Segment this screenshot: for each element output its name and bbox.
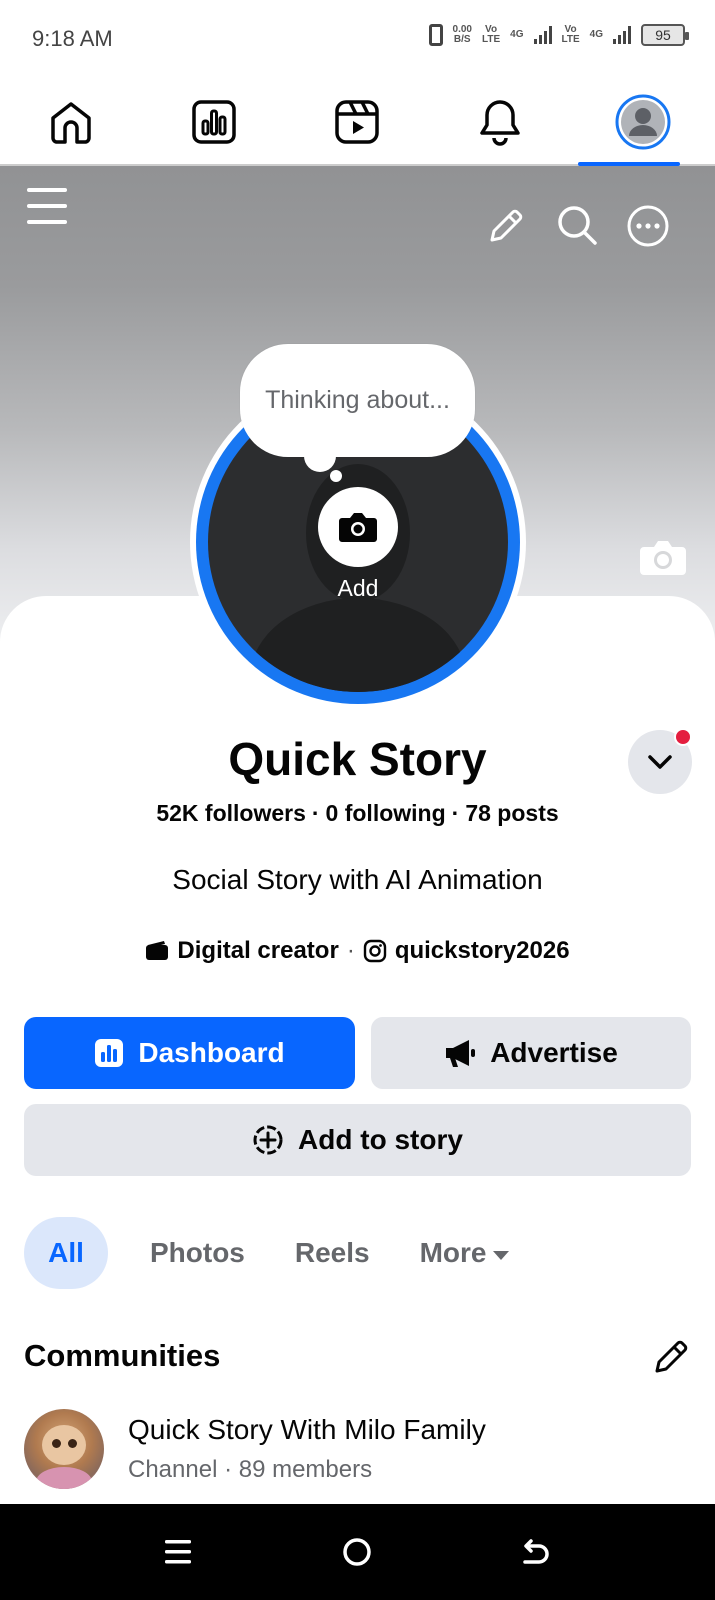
home-icon xyxy=(51,102,91,144)
followers-count[interactable]: 52K followers xyxy=(156,800,306,826)
monkey-shirt xyxy=(36,1467,92,1489)
stats-separator: · xyxy=(451,800,460,826)
dashboard-label: Dashboard xyxy=(138,1037,285,1068)
thought-bubble[interactable]: Thinking about... xyxy=(240,344,475,457)
sim1-sub: LTE xyxy=(482,34,501,45)
sim2-sub: LTE xyxy=(561,34,580,45)
chevron-down-icon xyxy=(648,755,672,769)
tab-photos[interactable]: Photos xyxy=(128,1217,267,1289)
system-nav-bar xyxy=(0,1504,715,1600)
vibrate-icon xyxy=(428,24,443,46)
recents-icon xyxy=(165,1540,191,1564)
camera-icon xyxy=(339,513,377,542)
monkey-eye xyxy=(68,1439,77,1448)
profile-meta: Digital creator · quickstory2026 xyxy=(0,937,715,965)
add-to-story-button[interactable]: Add to story xyxy=(24,1104,691,1176)
add-to-story-label: Add to story xyxy=(298,1124,463,1155)
sim1-volte: Vo LTE xyxy=(482,25,500,45)
category-label: Digital creator xyxy=(177,937,339,964)
community-avatar[interactable] xyxy=(24,1409,104,1489)
status-indicators: 0.00 B/S Vo LTE 4G Vo LTE 4G 95 xyxy=(428,24,689,46)
profile-tabs: All Photos Reels More xyxy=(24,1217,531,1289)
hamburger-icon xyxy=(27,188,67,224)
menu-button[interactable] xyxy=(26,186,68,226)
pencil-icon xyxy=(655,1340,688,1373)
community-name[interactable]: Quick Story With Milo Family xyxy=(128,1414,486,1446)
monkey-eye xyxy=(52,1439,61,1448)
instagram-icon xyxy=(363,939,387,963)
camera-icon xyxy=(640,541,686,575)
edit-profile-button[interactable] xyxy=(486,206,526,246)
thought-bubble-tail-small xyxy=(330,470,342,482)
add-photo-label: Add xyxy=(337,575,379,601)
sim2-net: 4G xyxy=(589,29,603,40)
nav-reels[interactable] xyxy=(327,92,387,152)
home-circle-icon xyxy=(343,1538,371,1566)
more-dots-icon xyxy=(627,205,669,247)
net-speed: 0.00 B/S xyxy=(453,25,472,45)
avatar-silhouette-body xyxy=(250,598,466,692)
instagram-handle[interactable]: quickstory2026 xyxy=(395,937,570,965)
profile-icon xyxy=(615,94,671,150)
posts-count: 78 posts xyxy=(465,800,559,826)
top-nav xyxy=(0,80,715,166)
communities-title: Communities xyxy=(24,1338,221,1373)
status-time: 9:18 AM xyxy=(32,26,113,51)
tab-more-label: More xyxy=(419,1237,487,1268)
back-button[interactable] xyxy=(512,1528,560,1576)
add-profile-photo-button[interactable] xyxy=(318,487,398,567)
more-options-button[interactable] xyxy=(626,204,670,248)
edit-cover-button[interactable] xyxy=(640,537,686,577)
notification-dot xyxy=(674,728,692,746)
thought-bubble-tail xyxy=(304,440,336,472)
sim1-network: 4G xyxy=(510,30,523,40)
signal-icon xyxy=(533,26,552,44)
bell-icon xyxy=(480,100,520,146)
advertise-button[interactable]: Advertise xyxy=(371,1017,691,1089)
signal-icon xyxy=(613,26,631,44)
nav-dashboard[interactable] xyxy=(184,92,244,152)
search-icon xyxy=(558,206,597,245)
status-bar: 9:18 AM 0.00 B/S Vo LTE 4G Vo LTE 4G 95 xyxy=(0,0,715,80)
nav-home[interactable] xyxy=(41,92,101,152)
back-icon xyxy=(523,1539,549,1564)
thought-bubble-text: Thinking about... xyxy=(265,386,450,414)
battery-level: 95 xyxy=(655,27,671,43)
tab-reels[interactable]: Reels xyxy=(273,1217,392,1289)
net-speed-unit: B/S xyxy=(453,34,471,45)
tab-more[interactable]: More xyxy=(398,1217,531,1289)
profile-stats: 52K followers · 0 following · 78 posts xyxy=(0,800,715,827)
reels-icon xyxy=(335,100,379,144)
add-story-icon xyxy=(253,1125,283,1155)
search-button[interactable] xyxy=(556,204,598,246)
nav-notifications[interactable] xyxy=(470,92,530,152)
meta-separator: · xyxy=(346,937,355,964)
home-button[interactable] xyxy=(333,1528,381,1576)
dashboard-icon xyxy=(95,1039,124,1067)
advertise-label: Advertise xyxy=(490,1037,618,1068)
monkey-face xyxy=(42,1425,86,1465)
clapperboard-icon xyxy=(146,941,169,960)
caret-down-icon xyxy=(492,1250,509,1260)
megaphone-icon xyxy=(446,1040,476,1067)
sim2-network: 4G xyxy=(590,30,603,40)
recents-button[interactable] xyxy=(154,1528,202,1576)
dashboard-icon xyxy=(192,100,236,144)
following-count[interactable]: 0 following xyxy=(326,800,446,826)
edit-communities-button[interactable] xyxy=(652,1338,692,1378)
profile-name: Quick Story xyxy=(228,733,487,785)
nav-profile[interactable] xyxy=(613,92,673,152)
battery-icon: 95 xyxy=(641,24,689,46)
sim1-net: 4G xyxy=(510,29,524,40)
dashboard-button[interactable]: Dashboard xyxy=(24,1017,355,1089)
tab-all[interactable]: All xyxy=(24,1217,108,1289)
stats-separator: · xyxy=(311,800,320,826)
community-subtitle: Channel · 89 members xyxy=(128,1456,373,1483)
profile-bio: Social Story with AI Animation xyxy=(172,864,543,895)
sim2-volte: Vo LTE xyxy=(562,25,580,45)
pencil-icon xyxy=(490,209,523,242)
